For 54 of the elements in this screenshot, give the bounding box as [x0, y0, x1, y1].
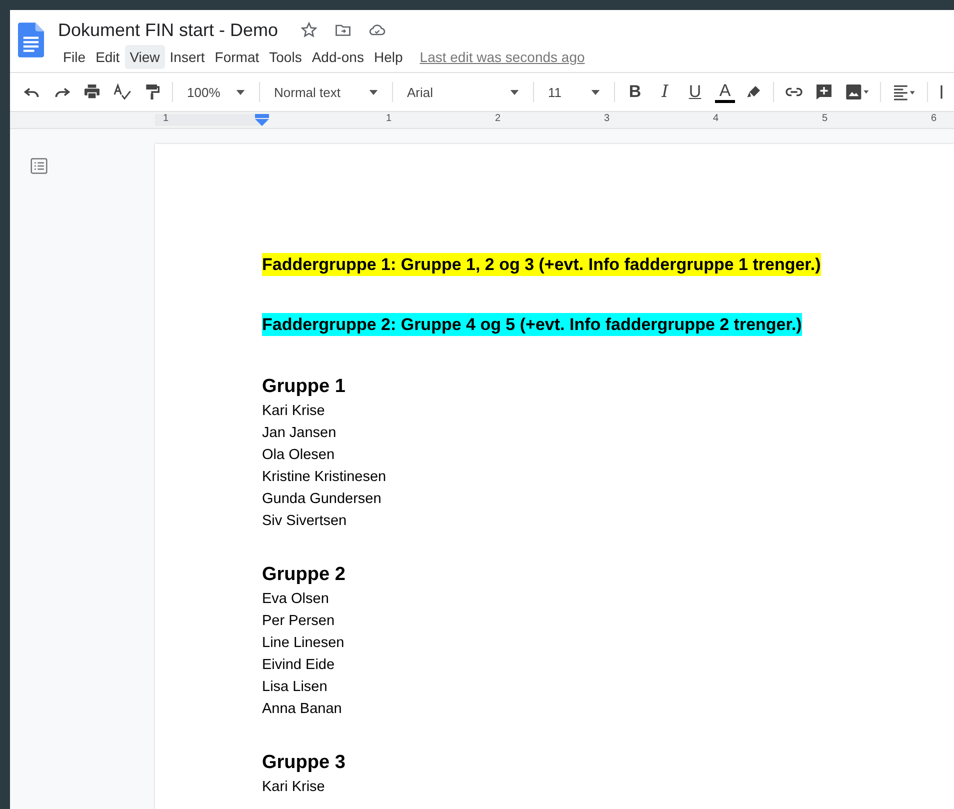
- format-button[interactable]: U: [685, 82, 705, 102]
- caret-icon: [369, 90, 378, 94]
- member-name: Lisa Lisen: [262, 678, 328, 697]
- member-name: Siv Sivertsen: [262, 512, 347, 531]
- group-heading: Gruppe 1: [262, 375, 346, 399]
- member-name: Anna Banan: [262, 700, 342, 719]
- caret-icon: [236, 90, 245, 94]
- member-name: Ola Olesen: [262, 446, 335, 465]
- caret-icon: [510, 90, 519, 94]
- star-icon[interactable]: [300, 21, 318, 39]
- zoom-dropdown[interactable]: 100%: [183, 82, 249, 102]
- outline-icon[interactable]: [30, 157, 48, 175]
- member-name: Jan Jansen: [262, 424, 336, 443]
- group-heading: Gruppe 3: [262, 751, 346, 775]
- highlighted-heading: Faddergruppe 2: Gruppe 4 og 5 (+evt. Info faddergruppe 2 trenger.): [262, 313, 802, 336]
- ruler-number: 3: [604, 113, 610, 124]
- format-button[interactable]: B: [625, 82, 645, 102]
- menu-item[interactable]: Add-ons: [306, 45, 369, 69]
- ruler-number: 1: [163, 113, 169, 124]
- menu-item[interactable]: Format: [210, 45, 264, 69]
- font-size-dropdown[interactable]: 11: [544, 82, 604, 102]
- menu-item[interactable]: Edit: [90, 45, 125, 69]
- font-dropdown[interactable]: Arial: [403, 82, 523, 102]
- menu-item[interactable]: Help: [368, 45, 408, 69]
- menu-item[interactable]: Insert: [164, 45, 210, 69]
- format-button[interactable]: I: [655, 82, 675, 102]
- ruler-number: 5: [822, 113, 828, 124]
- docs-logo-icon[interactable]: [18, 22, 44, 58]
- member-name: Kari Krise: [262, 778, 325, 797]
- member-name: Line Linesen: [262, 634, 344, 653]
- ruler-number: 2: [495, 113, 501, 124]
- format-button[interactable]: A: [715, 82, 735, 102]
- spellcheck-icon[interactable]: [112, 82, 132, 102]
- menu-item[interactable]: File: [58, 45, 91, 69]
- last-edit-link[interactable]: Last edit was seconds ago: [420, 49, 585, 65]
- member-name: Gunda Gundersen: [262, 490, 382, 509]
- style-dropdown[interactable]: Normal text: [270, 82, 382, 102]
- highlighted-heading: Faddergruppe 1: Gruppe 1, 2 og 3 (+evt. Info faddergruppe 1 trenger.): [262, 253, 821, 276]
- ruler-number: 6: [931, 113, 937, 124]
- member-name: Eivind Eide: [262, 656, 335, 675]
- add-comment-icon[interactable]: [814, 82, 834, 102]
- member-name: Kari Krise: [262, 402, 325, 421]
- member-name: Kristine Kristinesen: [262, 468, 386, 487]
- image-icon[interactable]: [844, 82, 870, 102]
- ruler-number: 1: [386, 113, 392, 124]
- indent-marker-icon[interactable]: [255, 114, 269, 126]
- menu-item[interactable]: Tools: [264, 45, 307, 69]
- group-heading: Gruppe 2: [262, 563, 346, 587]
- member-name: Eva Olsen: [262, 590, 329, 609]
- ruler-number: 4: [713, 113, 719, 124]
- caret-icon: [591, 90, 600, 94]
- document-title[interactable]: Dokument FIN start - Demo: [58, 20, 278, 40]
- menu-item[interactable]: View: [124, 45, 165, 69]
- member-name: Per Persen: [262, 612, 335, 631]
